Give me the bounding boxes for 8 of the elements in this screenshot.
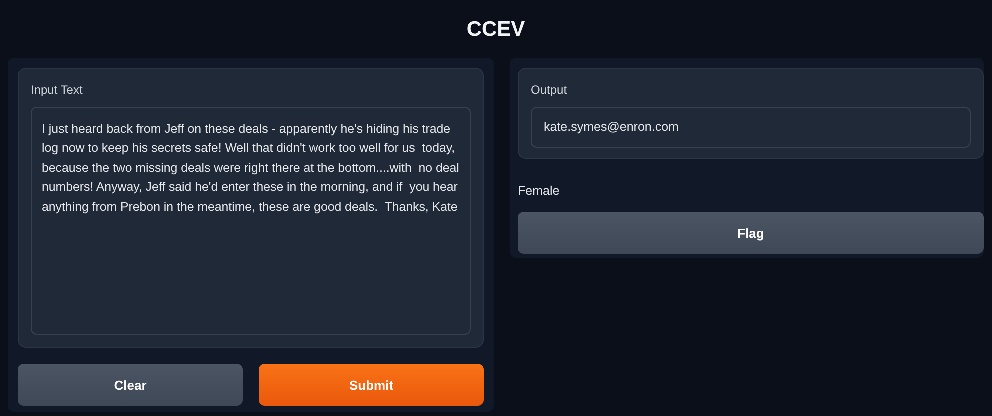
action-button[interactable]: Clear bbox=[18, 364, 243, 406]
app-title: CCEV bbox=[466, 17, 526, 43]
field-label: Input Text bbox=[31, 83, 83, 97]
output-field: kate.symes@enron.com bbox=[531, 107, 971, 148]
flag-button[interactable]: Flag bbox=[518, 212, 984, 254]
field-label: Output bbox=[531, 83, 568, 97]
input-field[interactable]: I just heard back from Jeff on these deals - apparently he's hiding his trade log now to keep his secrets safe! Well that didn't work too well for us today, because the two missing deals were right there at the bottom....with no deal numbers! Anyway, Jeff said he'd enter these in the morning, and if you hear anything from Prebon in the meantime, these are good deals. Thanks, Kate bbox=[31, 107, 471, 335]
result-text: Female bbox=[518, 184, 560, 198]
